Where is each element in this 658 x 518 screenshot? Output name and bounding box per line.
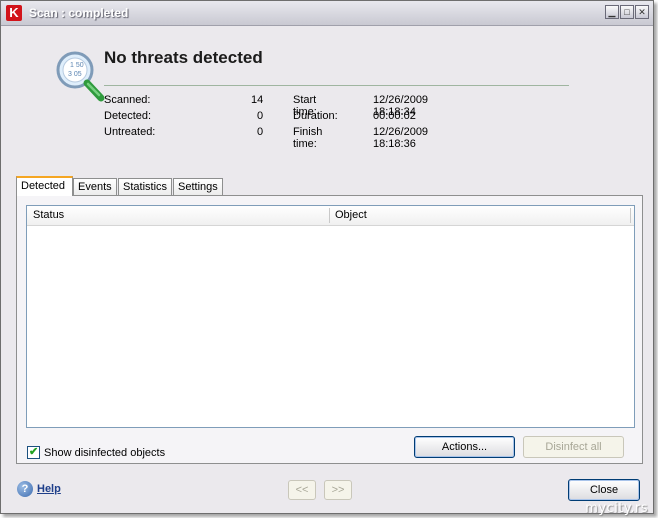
minimize-button[interactable]: ▁ xyxy=(605,5,619,19)
close-window-button[interactable]: ✕ xyxy=(635,5,649,19)
svg-text:1 50: 1 50 xyxy=(70,62,84,69)
show-disinfected-label[interactable]: Show disinfected objects xyxy=(44,446,165,460)
detected-list[interactable]: Status Object xyxy=(26,205,635,428)
tab-detected[interactable]: Detected xyxy=(16,176,73,196)
duration-value: 00:00:02 xyxy=(373,110,416,122)
tab-settings[interactable]: Settings xyxy=(173,178,223,195)
help-link[interactable]: Help xyxy=(37,481,61,497)
window-title: Scan : completed xyxy=(29,6,129,20)
tab-events[interactable]: Events xyxy=(73,178,117,195)
close-button[interactable]: Close xyxy=(568,479,640,501)
watermark-text: mycity.rs xyxy=(585,501,648,516)
checkmark-icon: ✔ xyxy=(29,446,39,458)
svg-text:3 05: 3 05 xyxy=(68,71,82,78)
title-bar[interactable]: K Scan : completed ▁ □ ✕ xyxy=(1,1,653,26)
actions-button[interactable]: Actions... xyxy=(414,436,515,458)
help-icon[interactable]: ? xyxy=(17,481,33,497)
detected-value: 0 xyxy=(257,110,264,122)
untreated-value: 0 xyxy=(257,126,264,138)
column-status[interactable]: Status xyxy=(27,206,329,225)
show-disinfected-checkbox[interactable]: ✔ xyxy=(27,446,40,459)
scan-window: K Scan : completed ▁ □ ✕ 1 50 3 05 No th… xyxy=(0,0,654,514)
header-divider xyxy=(104,85,569,86)
disinfect-all-button[interactable]: Disinfect all xyxy=(523,436,624,458)
list-header: Status Object xyxy=(27,206,634,226)
column-separator[interactable] xyxy=(630,208,631,223)
untreated-label: Untreated: xyxy=(104,126,156,138)
kaspersky-logo-icon: K xyxy=(6,5,22,21)
finish-time-label: Finish time: xyxy=(293,126,323,150)
window-content: 1 50 3 05 No threats detected Scanned: 1… xyxy=(7,26,647,507)
result-title: No threats detected xyxy=(104,48,263,67)
scanned-label: Scanned: xyxy=(104,94,151,106)
tab-statistics[interactable]: Statistics xyxy=(118,178,172,195)
magnifier-check-icon: 1 50 3 05 xyxy=(56,51,105,102)
detected-panel: Status Object ✔ Show disinfected objects… xyxy=(16,195,643,464)
previous-button[interactable]: << xyxy=(288,480,316,500)
maximize-button[interactable]: □ xyxy=(620,5,634,19)
detected-label: Detected: xyxy=(104,110,152,122)
duration-label: Duration: xyxy=(293,110,338,122)
finish-time-value: 12/26/2009 18:18:36 xyxy=(373,126,429,150)
next-button[interactable]: >> xyxy=(324,480,352,500)
scanned-value: 14 xyxy=(251,94,264,106)
column-object[interactable]: Object xyxy=(329,206,629,225)
